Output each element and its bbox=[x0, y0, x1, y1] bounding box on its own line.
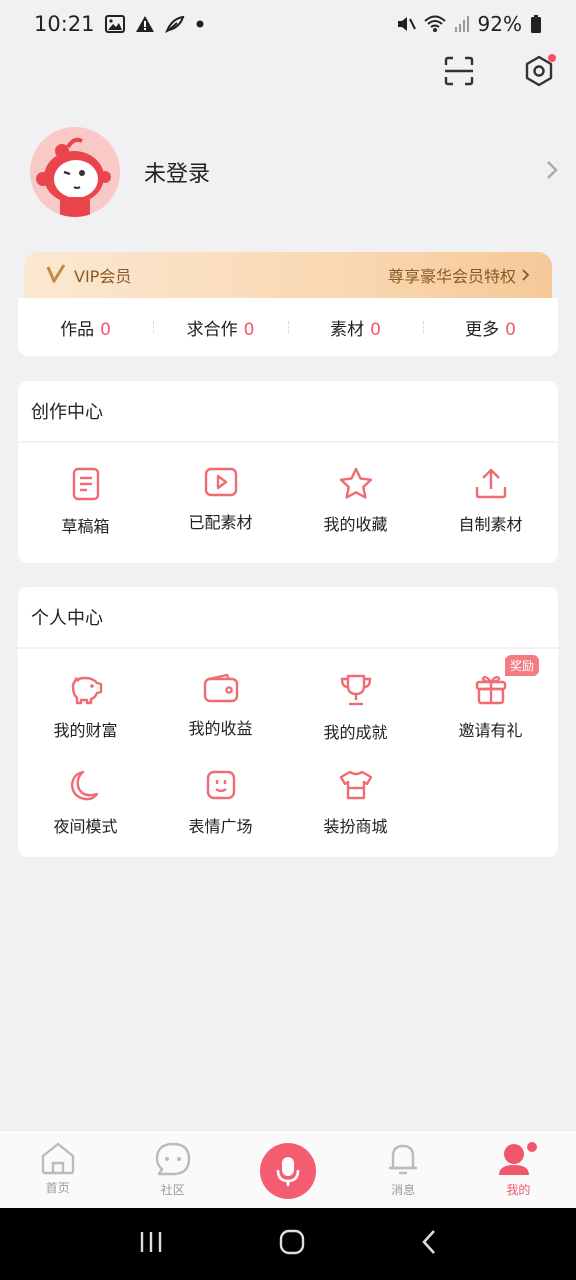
creation-center-grid: 草稿箱 已配素材 我的收藏 自制素材 bbox=[18, 443, 558, 563]
warning-icon bbox=[135, 15, 155, 33]
mic-icon bbox=[276, 1157, 300, 1186]
scan-icon bbox=[444, 56, 474, 86]
username[interactable]: 未登录 bbox=[144, 156, 210, 188]
reward-badge: 奖励 bbox=[505, 655, 540, 676]
dot-icon bbox=[195, 19, 205, 29]
record-button[interactable] bbox=[259, 1143, 316, 1199]
stats-card: 作品 0 求合作 0 素材 0 更多 0 bbox=[18, 298, 558, 356]
vip-label: VIP会员 bbox=[74, 267, 132, 286]
chevron-right-icon bbox=[522, 269, 530, 281]
bottom-nav: 首页 社区 消息 我的 bbox=[0, 1130, 576, 1208]
personal-center-title: 个人中心 bbox=[18, 587, 558, 647]
nav-profile[interactable]: 我的 bbox=[461, 1131, 576, 1198]
creation-center-title: 创作中心 bbox=[18, 381, 558, 441]
battery-icon bbox=[530, 14, 542, 34]
gift-icon bbox=[475, 676, 506, 705]
stat-collab[interactable]: 求合作 0 bbox=[153, 315, 288, 340]
grid-item-invite[interactable]: 奖励 邀请有礼 bbox=[423, 649, 558, 745]
nav-messages[interactable]: 消息 bbox=[346, 1131, 461, 1198]
stat-works[interactable]: 作品 0 bbox=[18, 315, 153, 340]
nav-community[interactable]: 社区 bbox=[115, 1131, 230, 1198]
home-system-button[interactable] bbox=[279, 1229, 305, 1259]
grid-item-matched[interactable]: 已配素材 bbox=[153, 443, 288, 539]
vip-crown-icon bbox=[46, 263, 66, 287]
profile-header[interactable]: 未登录 bbox=[30, 126, 558, 218]
back-button[interactable] bbox=[420, 1229, 438, 1259]
star-icon bbox=[339, 467, 372, 499]
bell-icon bbox=[389, 1144, 418, 1175]
wallet-icon bbox=[203, 673, 238, 703]
avatar[interactable] bbox=[30, 127, 120, 217]
back-icon bbox=[422, 1230, 436, 1254]
top-actions bbox=[440, 52, 558, 90]
trophy-icon bbox=[340, 674, 371, 706]
chevron-right-icon[interactable] bbox=[546, 160, 558, 184]
vip-banner[interactable]: VIP会员 尊享豪华会员特权 bbox=[24, 252, 552, 298]
grid-item-favorites[interactable]: 我的收藏 bbox=[288, 443, 423, 539]
scan-button[interactable] bbox=[440, 52, 478, 90]
leaf-icon bbox=[164, 15, 185, 33]
upload-icon bbox=[475, 468, 506, 499]
signal-icon bbox=[454, 15, 470, 33]
personal-center-grid: 我的财富 我的收益 我的成就 奖励 邀请有礼 夜间模式 表情广场 装扮商城 bbox=[18, 649, 558, 857]
profile-icon bbox=[499, 1142, 538, 1175]
play-video-icon bbox=[204, 467, 237, 497]
recent-apps-button[interactable] bbox=[138, 1230, 164, 1258]
grid-item-wealth[interactable]: 我的财富 bbox=[18, 649, 153, 745]
home-icon bbox=[41, 1142, 74, 1175]
grid-item-self-made[interactable]: 自制素材 bbox=[423, 443, 558, 539]
image-icon bbox=[104, 15, 125, 33]
grid-item-earnings[interactable]: 我的收益 bbox=[153, 649, 288, 745]
recent-apps-icon bbox=[140, 1232, 161, 1252]
nav-home[interactable]: 首页 bbox=[0, 1131, 115, 1196]
document-icon bbox=[72, 467, 99, 501]
nav-record[interactable] bbox=[230, 1131, 345, 1203]
status-time: 10:21 bbox=[34, 12, 95, 36]
vip-promo[interactable]: 尊享豪华会员特权 bbox=[388, 263, 516, 287]
home-circle-icon bbox=[279, 1229, 305, 1255]
notification-dot bbox=[548, 54, 556, 62]
wifi-icon bbox=[423, 14, 446, 34]
stat-more[interactable]: 更多 0 bbox=[423, 315, 558, 340]
system-nav-bar bbox=[0, 1208, 576, 1280]
emoji-face-icon bbox=[206, 770, 235, 800]
stat-materials[interactable]: 素材 0 bbox=[288, 315, 423, 340]
grid-item-night-mode[interactable]: 夜间模式 bbox=[18, 745, 153, 841]
grid-item-dress-shop[interactable]: 装扮商城 bbox=[288, 745, 423, 841]
settings-button[interactable] bbox=[520, 52, 558, 90]
status-bar: 10:21 92% bbox=[0, 0, 576, 48]
moon-icon bbox=[70, 770, 98, 801]
battery-text: 92% bbox=[477, 12, 522, 36]
grid-item-achievements[interactable]: 我的成就 bbox=[288, 649, 423, 745]
grid-item-drafts[interactable]: 草稿箱 bbox=[18, 443, 153, 539]
piggy-bank-icon bbox=[71, 676, 102, 705]
mute-icon bbox=[396, 14, 416, 34]
shirt-icon bbox=[339, 770, 372, 800]
grid-item-emoji[interactable]: 表情广场 bbox=[153, 745, 288, 841]
chat-icon bbox=[155, 1142, 190, 1176]
